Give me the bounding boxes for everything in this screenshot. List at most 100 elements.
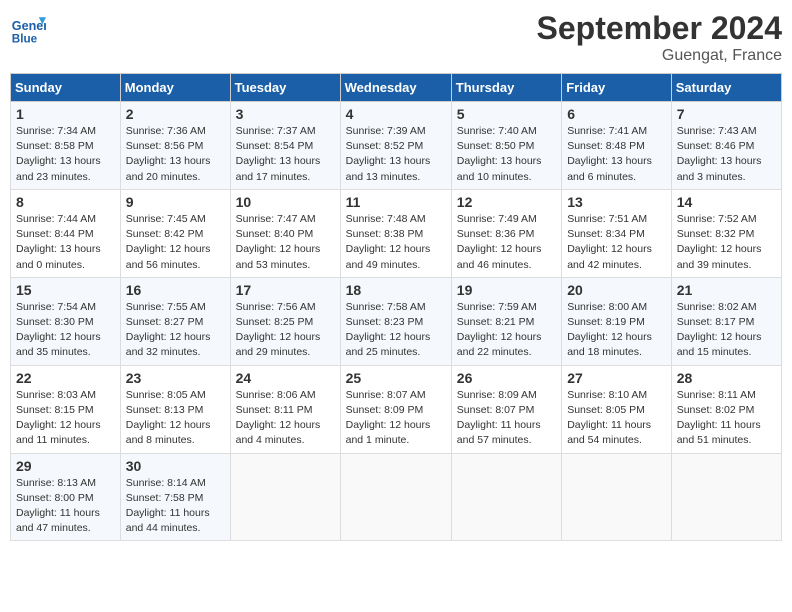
table-row: 12 Sunrise: 7:49 AM Sunset: 8:36 PM Dayl… [451, 189, 561, 277]
day-number: 12 [457, 194, 556, 210]
day-info: Sunrise: 7:48 AM Sunset: 8:38 PM Dayligh… [346, 212, 446, 273]
table-row: 7 Sunrise: 7:43 AM Sunset: 8:46 PM Dayli… [671, 102, 781, 190]
day-info: Sunrise: 7:54 AM Sunset: 8:30 PM Dayligh… [16, 300, 115, 361]
day-info: Sunrise: 7:36 AM Sunset: 8:56 PM Dayligh… [126, 124, 225, 185]
day-info: Sunrise: 7:37 AM Sunset: 8:54 PM Dayligh… [236, 124, 335, 185]
day-info: Sunrise: 7:59 AM Sunset: 8:21 PM Dayligh… [457, 300, 556, 361]
day-number: 7 [677, 106, 776, 122]
day-number: 1 [16, 106, 115, 122]
calendar-week-5: 29 Sunrise: 8:13 AM Sunset: 8:00 PM Dayl… [11, 453, 782, 541]
table-row: 27 Sunrise: 8:10 AM Sunset: 8:05 PM Dayl… [562, 365, 672, 453]
day-info: Sunrise: 7:41 AM Sunset: 8:48 PM Dayligh… [567, 124, 666, 185]
day-number: 4 [346, 106, 446, 122]
calendar-week-4: 22 Sunrise: 8:03 AM Sunset: 8:15 PM Dayl… [11, 365, 782, 453]
table-row: 17 Sunrise: 7:56 AM Sunset: 8:25 PM Dayl… [230, 277, 340, 365]
day-info: Sunrise: 7:51 AM Sunset: 8:34 PM Dayligh… [567, 212, 666, 273]
table-row [340, 453, 451, 541]
day-number: 11 [346, 194, 446, 210]
day-number: 17 [236, 282, 335, 298]
calendar-table: Sunday Monday Tuesday Wednesday Thursday… [10, 73, 782, 541]
calendar-header-row: Sunday Monday Tuesday Wednesday Thursday… [11, 74, 782, 102]
day-number: 10 [236, 194, 335, 210]
logo: General Blue [10, 10, 46, 46]
day-info: Sunrise: 7:56 AM Sunset: 8:25 PM Dayligh… [236, 300, 335, 361]
table-row: 30 Sunrise: 8:14 AM Sunset: 7:58 PM Dayl… [120, 453, 230, 541]
day-info: Sunrise: 7:45 AM Sunset: 8:42 PM Dayligh… [126, 212, 225, 273]
day-info: Sunrise: 8:03 AM Sunset: 8:15 PM Dayligh… [16, 388, 115, 449]
day-number: 16 [126, 282, 225, 298]
svg-text:Blue: Blue [12, 32, 38, 45]
table-row: 21 Sunrise: 8:02 AM Sunset: 8:17 PM Dayl… [671, 277, 781, 365]
table-row: 9 Sunrise: 7:45 AM Sunset: 8:42 PM Dayli… [120, 189, 230, 277]
table-row: 20 Sunrise: 8:00 AM Sunset: 8:19 PM Dayl… [562, 277, 672, 365]
day-info: Sunrise: 8:02 AM Sunset: 8:17 PM Dayligh… [677, 300, 776, 361]
calendar-subtitle: Guengat, France [537, 47, 782, 65]
table-row: 8 Sunrise: 7:44 AM Sunset: 8:44 PM Dayli… [11, 189, 121, 277]
table-row: 23 Sunrise: 8:05 AM Sunset: 8:13 PM Dayl… [120, 365, 230, 453]
day-info: Sunrise: 7:55 AM Sunset: 8:27 PM Dayligh… [126, 300, 225, 361]
table-row: 15 Sunrise: 7:54 AM Sunset: 8:30 PM Dayl… [11, 277, 121, 365]
table-row: 10 Sunrise: 7:47 AM Sunset: 8:40 PM Dayl… [230, 189, 340, 277]
table-row: 16 Sunrise: 7:55 AM Sunset: 8:27 PM Dayl… [120, 277, 230, 365]
day-number: 24 [236, 370, 335, 386]
calendar-week-1: 1 Sunrise: 7:34 AM Sunset: 8:58 PM Dayli… [11, 102, 782, 190]
day-info: Sunrise: 8:11 AM Sunset: 8:02 PM Dayligh… [677, 388, 776, 449]
day-info: Sunrise: 7:49 AM Sunset: 8:36 PM Dayligh… [457, 212, 556, 273]
day-info: Sunrise: 7:47 AM Sunset: 8:40 PM Dayligh… [236, 212, 335, 273]
calendar-week-2: 8 Sunrise: 7:44 AM Sunset: 8:44 PM Dayli… [11, 189, 782, 277]
table-row: 28 Sunrise: 8:11 AM Sunset: 8:02 PM Dayl… [671, 365, 781, 453]
day-number: 18 [346, 282, 446, 298]
table-row: 11 Sunrise: 7:48 AM Sunset: 8:38 PM Dayl… [340, 189, 451, 277]
day-info: Sunrise: 8:05 AM Sunset: 8:13 PM Dayligh… [126, 388, 225, 449]
day-info: Sunrise: 7:43 AM Sunset: 8:46 PM Dayligh… [677, 124, 776, 185]
col-saturday: Saturday [671, 74, 781, 102]
day-number: 15 [16, 282, 115, 298]
table-row: 22 Sunrise: 8:03 AM Sunset: 8:15 PM Dayl… [11, 365, 121, 453]
col-friday: Friday [562, 74, 672, 102]
day-number: 6 [567, 106, 666, 122]
day-info: Sunrise: 8:09 AM Sunset: 8:07 PM Dayligh… [457, 388, 556, 449]
table-row: 29 Sunrise: 8:13 AM Sunset: 8:00 PM Dayl… [11, 453, 121, 541]
col-sunday: Sunday [11, 74, 121, 102]
table-row: 2 Sunrise: 7:36 AM Sunset: 8:56 PM Dayli… [120, 102, 230, 190]
day-number: 14 [677, 194, 776, 210]
day-number: 29 [16, 458, 115, 474]
day-number: 21 [677, 282, 776, 298]
table-row: 25 Sunrise: 8:07 AM Sunset: 8:09 PM Dayl… [340, 365, 451, 453]
day-number: 22 [16, 370, 115, 386]
day-number: 19 [457, 282, 556, 298]
col-thursday: Thursday [451, 74, 561, 102]
table-row: 6 Sunrise: 7:41 AM Sunset: 8:48 PM Dayli… [562, 102, 672, 190]
day-info: Sunrise: 8:00 AM Sunset: 8:19 PM Dayligh… [567, 300, 666, 361]
table-row: 14 Sunrise: 7:52 AM Sunset: 8:32 PM Dayl… [671, 189, 781, 277]
day-number: 8 [16, 194, 115, 210]
day-number: 25 [346, 370, 446, 386]
day-number: 30 [126, 458, 225, 474]
day-info: Sunrise: 7:52 AM Sunset: 8:32 PM Dayligh… [677, 212, 776, 273]
table-row [671, 453, 781, 541]
day-number: 26 [457, 370, 556, 386]
day-info: Sunrise: 7:34 AM Sunset: 8:58 PM Dayligh… [16, 124, 115, 185]
day-info: Sunrise: 7:44 AM Sunset: 8:44 PM Dayligh… [16, 212, 115, 273]
table-row: 18 Sunrise: 7:58 AM Sunset: 8:23 PM Dayl… [340, 277, 451, 365]
day-number: 13 [567, 194, 666, 210]
title-block: September 2024 Guengat, France [537, 10, 782, 65]
table-row [562, 453, 672, 541]
day-number: 27 [567, 370, 666, 386]
calendar-title: September 2024 [537, 10, 782, 47]
table-row: 13 Sunrise: 7:51 AM Sunset: 8:34 PM Dayl… [562, 189, 672, 277]
day-number: 28 [677, 370, 776, 386]
day-info: Sunrise: 7:40 AM Sunset: 8:50 PM Dayligh… [457, 124, 556, 185]
day-info: Sunrise: 8:06 AM Sunset: 8:11 PM Dayligh… [236, 388, 335, 449]
day-number: 2 [126, 106, 225, 122]
day-number: 5 [457, 106, 556, 122]
table-row: 19 Sunrise: 7:59 AM Sunset: 8:21 PM Dayl… [451, 277, 561, 365]
day-number: 23 [126, 370, 225, 386]
table-row: 24 Sunrise: 8:06 AM Sunset: 8:11 PM Dayl… [230, 365, 340, 453]
logo-icon: General Blue [10, 10, 46, 46]
day-info: Sunrise: 7:39 AM Sunset: 8:52 PM Dayligh… [346, 124, 446, 185]
col-tuesday: Tuesday [230, 74, 340, 102]
page-header: General Blue September 2024 Guengat, Fra… [10, 10, 782, 65]
day-number: 20 [567, 282, 666, 298]
table-row: 5 Sunrise: 7:40 AM Sunset: 8:50 PM Dayli… [451, 102, 561, 190]
